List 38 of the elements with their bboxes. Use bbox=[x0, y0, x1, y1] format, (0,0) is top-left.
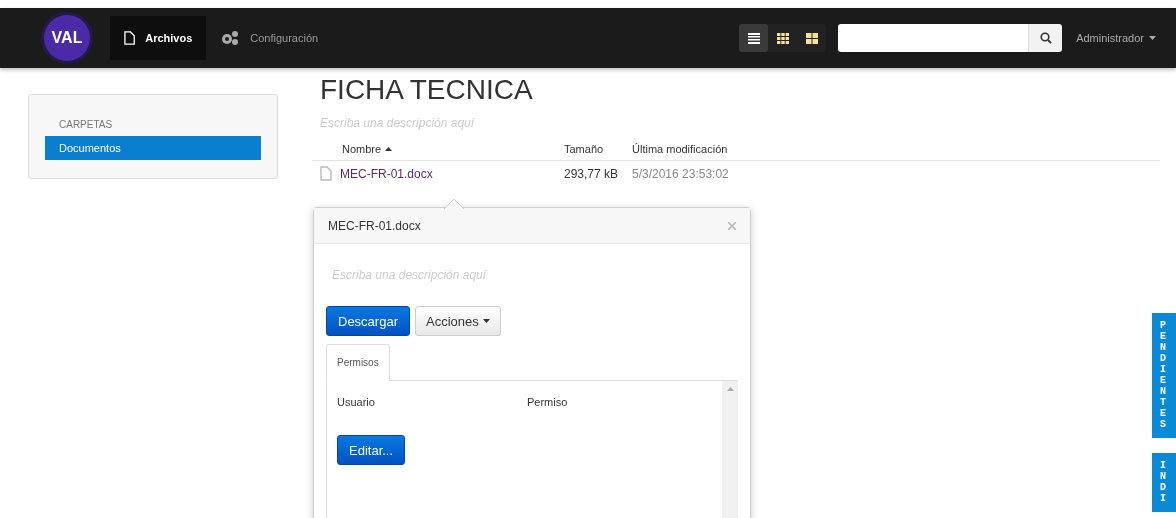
nav-tab[interactable]: Archivos bbox=[110, 16, 207, 60]
user-menu[interactable]: Administrador bbox=[1076, 32, 1156, 44]
search-field[interactable] bbox=[838, 24, 1029, 52]
permissions-tab[interactable]: Permisos bbox=[326, 344, 390, 381]
column-header[interactable]: Última modificación bbox=[632, 143, 1160, 155]
file-icon bbox=[124, 31, 136, 45]
file-icon bbox=[320, 166, 332, 181]
nav-tab[interactable]: Configuración bbox=[206, 16, 333, 60]
list-icon bbox=[747, 32, 760, 44]
folder-title: FICHA TECNICA bbox=[320, 74, 534, 106]
caret-icon bbox=[1149, 36, 1156, 40]
logo[interactable]: VAL bbox=[44, 15, 90, 61]
folder-item[interactable]: Documentos bbox=[45, 136, 261, 160]
scrollbar[interactable] bbox=[722, 381, 738, 518]
sort-caret-icon bbox=[385, 147, 393, 151]
column-header[interactable]: Nombre bbox=[342, 143, 564, 155]
modified-cell-text: 5/3/2016 23:53:02 bbox=[632, 166, 730, 181]
edit-button[interactable]: Editar... bbox=[337, 435, 406, 465]
search-icon bbox=[1039, 32, 1052, 44]
actions-button[interactable]: Acciones bbox=[414, 306, 501, 336]
download-button[interactable]: Descargar bbox=[326, 306, 410, 336]
tiles-icon bbox=[805, 32, 818, 44]
popover-title: MEC-FR-01.docx bbox=[328, 218, 421, 233]
size-cell-text: 293,77 kB bbox=[564, 166, 620, 181]
search-button[interactable] bbox=[1028, 24, 1063, 52]
column-header: Usuario bbox=[337, 396, 376, 408]
gears-icon bbox=[220, 30, 241, 46]
close-icon bbox=[728, 221, 736, 230]
side-tab[interactable]: PENDIENTES bbox=[1152, 313, 1176, 438]
caret-icon bbox=[482, 319, 490, 323]
column-header[interactable]: Tamaño bbox=[564, 143, 632, 155]
file-name-cell[interactable]: MEC-FR-01.docx bbox=[320, 166, 564, 181]
scroll-up-icon bbox=[726, 387, 734, 391]
view-mode-button[interactable] bbox=[739, 24, 769, 52]
column-header: Permiso bbox=[527, 396, 569, 408]
sidebar-heading: CARPETAS bbox=[59, 119, 114, 130]
grid-icon bbox=[776, 32, 789, 44]
side-tab[interactable]: INDI bbox=[1152, 453, 1176, 512]
